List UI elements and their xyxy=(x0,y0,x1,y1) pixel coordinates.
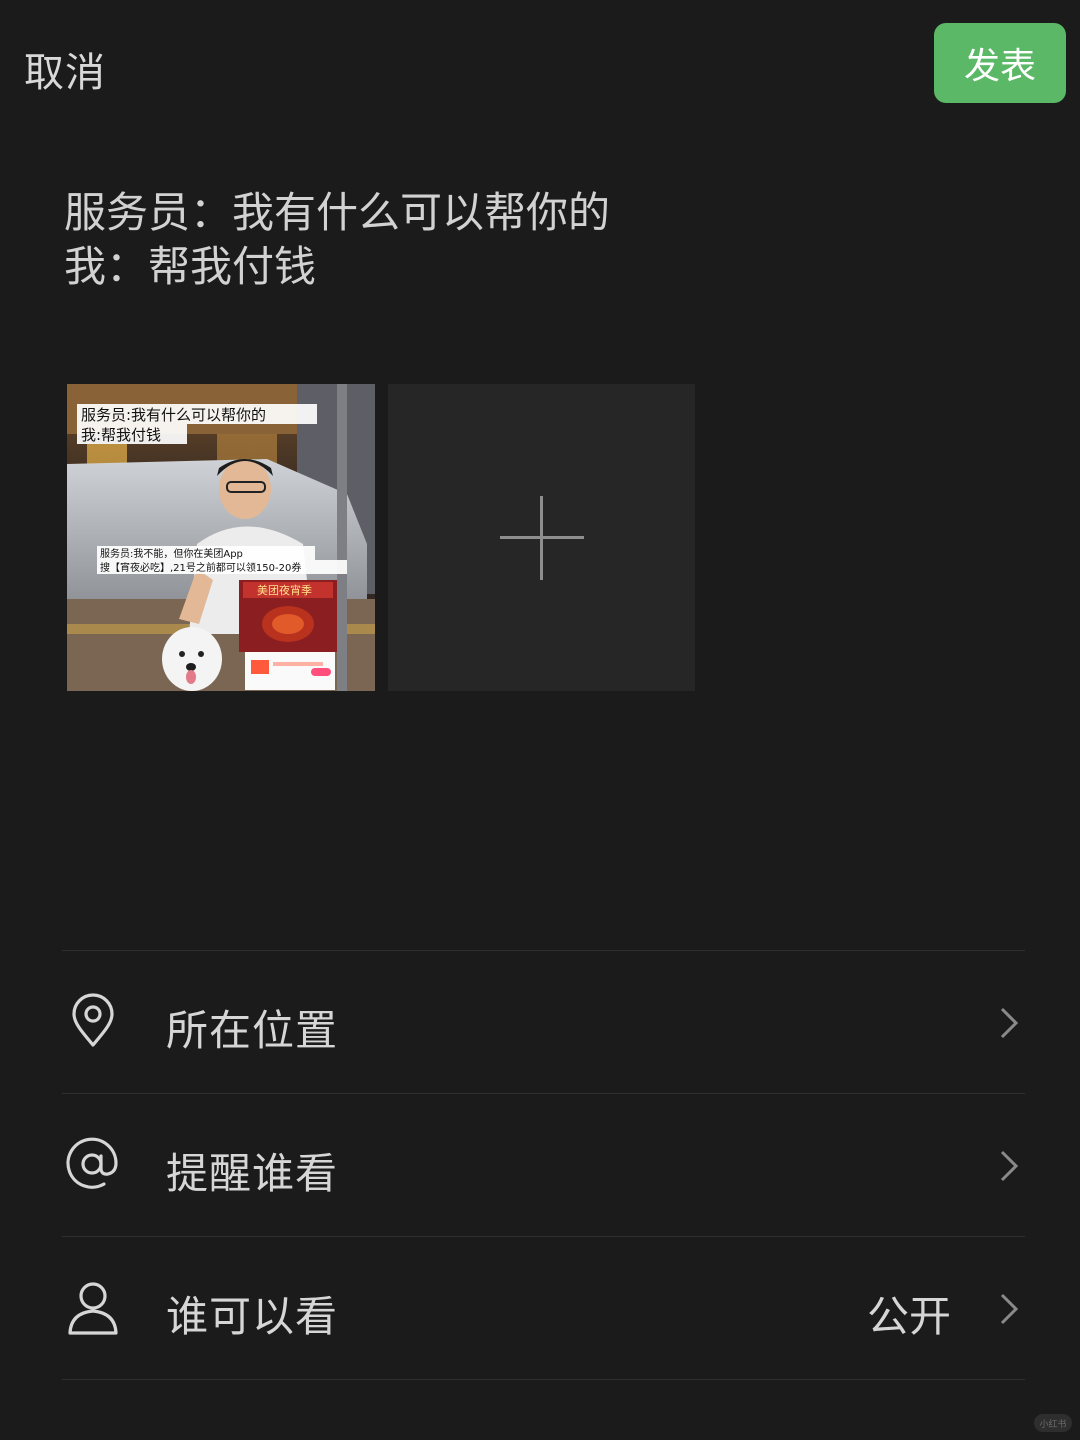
divider xyxy=(62,1379,1025,1380)
cancel-button[interactable]: 取消 xyxy=(24,40,106,98)
location-pin-icon xyxy=(72,993,114,1047)
visibility-value: 公开 xyxy=(866,1292,951,1341)
post-text-line: 我：帮我付钱 xyxy=(64,242,317,291)
mention-row[interactable]: 提醒谁看 xyxy=(62,1094,1025,1236)
watermark: 小红书 xyxy=(1034,1414,1072,1432)
person-icon xyxy=(68,1282,118,1335)
location-row[interactable]: 所在位置 xyxy=(62,951,1025,1093)
photo-overlay-line: 服务员:我不能，但你在美团App xyxy=(100,547,243,560)
at-sign-icon xyxy=(66,1137,118,1189)
attached-photo-thumbnail[interactable]: 服务员:我有什么可以帮你的 我:帮我付钱 服务员:我不能，但你在美团App 搜【… xyxy=(67,384,375,691)
post-text-input[interactable]: 服务员：我有什么可以帮你的 我：帮我付钱 xyxy=(64,186,964,294)
visibility-row[interactable]: 谁可以看 公开 xyxy=(62,1237,1025,1379)
post-text-line: 服务员：我有什么可以帮你的 xyxy=(64,188,611,237)
visibility-label: 谁可以看 xyxy=(166,1292,339,1341)
photo-image: 服务员:我有什么可以帮你的 我:帮我付钱 服务员:我不能，但你在美团App 搜【… xyxy=(67,384,375,691)
photo-caption-line: 服务员:我有什么可以帮你的 xyxy=(81,406,266,424)
chevron-right-icon xyxy=(1000,1150,1019,1182)
mention-label: 提醒谁看 xyxy=(166,1149,339,1198)
chevron-right-icon xyxy=(1000,1293,1019,1325)
photo-overlay-line: 搜【宵夜必吃】,21号之前都可以领150-20券 xyxy=(100,561,301,574)
chevron-right-icon xyxy=(1000,1007,1019,1039)
publish-button[interactable]: 发表 xyxy=(934,23,1066,103)
add-photo-button[interactable] xyxy=(388,384,695,691)
promo-title: 美团夜宵季 xyxy=(257,583,312,597)
photo-caption-line: 我:帮我付钱 xyxy=(81,426,161,444)
location-label: 所在位置 xyxy=(166,1006,339,1055)
plus-icon xyxy=(540,496,543,580)
